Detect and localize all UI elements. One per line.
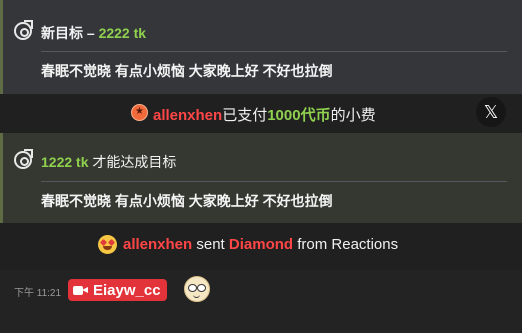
diamond-username[interactable]: allenxhen <box>123 236 192 253</box>
x-share-button[interactable]: 𝕏 <box>476 97 506 127</box>
goal-progress-title: 1222 tk 才能达成目标 <box>41 152 176 172</box>
goal-title-prefix: 新目标 – <box>41 25 99 41</box>
diamond-message: allenxhen sent Diamond from Reactions <box>123 236 398 253</box>
tip-amount: 1000代币 <box>267 107 331 124</box>
chat-timestamp: 下午 11:21 <box>14 288 62 299</box>
diamond-text-from: from Reactions <box>293 236 399 253</box>
goal-message: 春眠不觉晓 有点小烦恼 大家晚上好 不好也拉倒 <box>41 63 333 79</box>
diamond-gift-name: Diamond <box>228 236 294 253</box>
coin-star-icon: ★ <box>131 104 148 121</box>
goal-divider <box>41 51 507 52</box>
chat-username[interactable]: Eiayw_cc <box>93 282 161 299</box>
goal-target-icon <box>14 20 33 40</box>
goal-remaining-amount: 1222 tk <box>41 154 89 170</box>
glasses-emote-icon <box>184 276 210 302</box>
goal-divider <box>41 181 507 182</box>
tip-text-after: 的小费 <box>330 107 376 124</box>
heart-eyes-emoji-icon <box>98 235 117 254</box>
tip-message: allenxhen已支付1000代币的小费 <box>153 104 376 125</box>
goal-target-icon <box>14 149 33 169</box>
goal-amount: 2222 tk <box>98 25 147 41</box>
goal-title: 新目标 – 2222 tk <box>41 23 146 43</box>
tip-username[interactable]: allenxhen <box>153 107 222 124</box>
tip-text-before: 已支付 <box>222 107 268 124</box>
diamond-text-sent: sent <box>192 236 229 253</box>
goal-message: 春眠不觉晓 有点小烦恼 大家晚上好 不好也拉倒 <box>41 193 333 209</box>
chat-user-badge[interactable]: Eiayw_cc <box>68 279 167 301</box>
goal-remaining-suffix: 才能达成目标 <box>88 154 177 170</box>
camera-icon <box>73 285 88 296</box>
